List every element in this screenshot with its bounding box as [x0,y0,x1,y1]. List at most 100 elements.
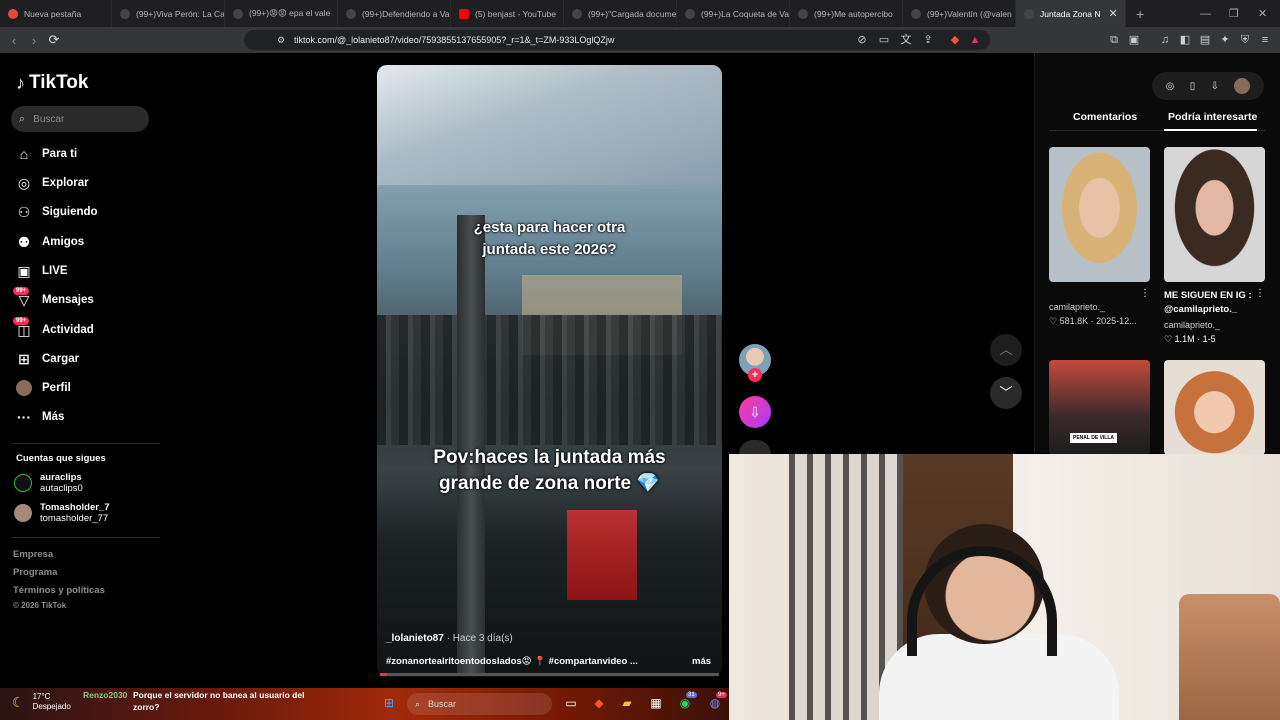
media-icon[interactable]: ♫ [1158,33,1172,47]
card-author[interactable]: camilaprieto._ [1164,320,1220,330]
leo-icon[interactable]: ✦ [1218,33,1232,47]
suggested-video-thumbnail[interactable] [1164,147,1265,282]
brave-rewards-icon[interactable]: ▲ [968,33,982,47]
avatar[interactable] [1234,78,1251,94]
reader-icon[interactable]: ⊘ [855,33,869,47]
previous-video-icon[interactable]: ︿ [990,334,1022,366]
back-icon[interactable]: ‹ [4,33,24,48]
tiktok-logo[interactable]: ♪ TikTok [16,72,88,94]
brave-shields-icon[interactable]: ◆ [948,33,962,47]
suggested-video-thumbnail[interactable]: PENAL DE VILLA [1049,360,1150,455]
caption-more-link[interactable]: más [692,656,711,667]
video-time: · Hace 3 día(s) [446,633,513,644]
screenshot-icon[interactable]: ▣ [1127,33,1141,47]
cast-icon[interactable]: ▭ [877,33,891,47]
browser-tab[interactable]: (99+)Viva Perón: La Ca [112,0,225,27]
more-options-icon[interactable]: ⋮ [1140,288,1150,299]
sidebar-item-para-ti[interactable]: ⌂ Para ti [15,143,77,165]
forward-icon[interactable]: › [24,33,44,48]
tab-comentarios[interactable]: Comentarios [1073,111,1137,123]
translate-icon[interactable]: 文 [899,33,913,47]
video-author-line: _lolanieto87 · Hace 3 día(s) [386,633,513,644]
avatar [14,504,32,522]
sidebar-item-explorar[interactable]: ◎ Explorar [15,172,89,194]
sidebar-item-perfil[interactable]: Perfil [15,377,71,399]
footer-link-programa[interactable]: Programa [13,567,57,578]
suggested-video-thumbnail[interactable] [1164,360,1265,455]
brave-icon [8,8,18,19]
footer-link-terminos[interactable]: Términos y políticas [13,585,105,596]
download-icon[interactable]: ⇩ [1211,81,1219,92]
reload-icon[interactable]: ⟳ [44,32,64,48]
video-progress-fill [380,673,387,676]
share-icon[interactable]: ⇪ [921,33,935,47]
thumbnail-label: PENAL DE VILLA [1070,433,1118,443]
taskbar-search[interactable]: ⌕ Buscar [407,693,552,715]
download-icon[interactable]: ⇩ [739,396,771,428]
extensions-icon[interactable]: ⧉ [1107,33,1121,47]
compass-icon[interactable]: ◎ [1166,81,1175,92]
folder-icon[interactable]: ▰ [618,694,636,712]
browser-tab[interactable]: Nueva pestaña [0,0,112,27]
copyright: © 2026 TikTok [13,601,67,610]
card-title[interactable]: ME SIGUEN EN IG : @camilaprieto._ [1164,289,1256,317]
sidebar-item-live[interactable]: ▣ LIVE [15,260,67,282]
store-icon[interactable]: ▦ [647,694,665,712]
discord-badge: 9+ [716,692,727,698]
menu-icon[interactable]: ≡ [1258,33,1272,47]
wallet-icon[interactable]: ▤ [1198,33,1212,47]
following-section-title: Cuentas que sigues [16,453,106,464]
windows-start-icon[interactable]: ⊞ [380,694,398,712]
search-input[interactable]: ⌕ Buscar [11,106,149,132]
video-caption: #zonanortealritoentodoslados😡 📍 #compart… [386,656,638,667]
footer-link-empresa[interactable]: Empresa [13,549,53,560]
weather-widget[interactable]: ☾ 17°C Despejado [12,692,71,712]
minimize-icon[interactable]: — [1200,0,1211,27]
brave-icon[interactable]: ◆ [590,694,608,712]
follow-plus-icon[interactable]: + [748,368,762,382]
video-text-overlay: ¿esta para hacer otra juntada este 2026? [473,219,626,258]
video-progress-bar[interactable] [380,673,719,676]
task-view-icon[interactable]: ▭ [562,694,580,712]
maximize-icon[interactable]: ❐ [1229,0,1239,27]
whatsapp-badge: 31 [686,692,697,698]
home-icon: ⌂ [19,146,29,162]
sidebar-item-actividad[interactable]: ◫ 99+ Actividad [13,317,94,341]
sidebar-item-amigos[interactable]: ⚉ Amigos [15,231,84,253]
active-tab-indicator [1164,129,1257,131]
video-author[interactable]: _lolanieto87 [386,633,444,644]
upload-icon: ⊞ [18,350,30,367]
browser-tab-active[interactable]: Juntada Zona N ✕ [1016,0,1126,27]
card-author[interactable]: camilaprieto._ [1049,302,1105,312]
site-settings-icon[interactable]: ⚙ [274,33,288,47]
browser-tab[interactable]: (99+)"Cargada docume [564,0,677,27]
followed-account[interactable]: auraclips autaclips0 [14,472,83,494]
sidebar-item-mas[interactable]: ··· Más [15,406,64,428]
next-video-icon[interactable]: ﹀ [990,377,1022,409]
like-icon[interactable] [739,440,771,454]
more-options-icon[interactable]: ⋮ [1255,288,1265,299]
avatar [14,474,32,492]
video-player[interactable]: ¿esta para hacer otra juntada este 2026?… [377,65,722,677]
sidebar-item-mensajes[interactable]: ▽ 99+ Mensajes [13,287,94,311]
vpn-icon[interactable]: ⛨ [1238,33,1252,47]
suggested-video-thumbnail[interactable] [1049,147,1150,282]
device-icon[interactable]: ▯ [1190,81,1196,92]
browser-tab[interactable]: (5) benjast - YouTube [451,0,564,27]
browser-tab[interactable]: (99+)😡😡 epa el vale [225,0,338,27]
close-tab-icon[interactable]: ✕ [1108,7,1117,20]
browser-tab[interactable]: (99+)Valentín (@valen [903,0,1016,27]
browser-tab[interactable]: (99+)La Coqueta de Va [677,0,790,27]
new-tab-button[interactable]: + [1126,6,1154,22]
browser-tab[interactable]: (99+)Defendiendo a Va [338,0,451,27]
sidebar-icon[interactable]: ◧ [1178,33,1192,47]
tiktok-icon [798,8,808,19]
sidebar-item-siguiendo[interactable]: ⚇ Siguiendo [15,201,98,223]
browser-tab[interactable]: (99+)Me autopercibo [790,0,903,27]
tab-podria-interesarte[interactable]: Podría interesarte [1168,111,1257,123]
sidebar-item-cargar[interactable]: ⊞ Cargar [15,348,79,370]
divider [12,537,160,538]
compass-icon: ◎ [17,174,31,191]
followed-account[interactable]: Tomasholder_7 tomasholder_77 [14,502,110,524]
close-window-icon[interactable]: ✕ [1258,0,1267,27]
